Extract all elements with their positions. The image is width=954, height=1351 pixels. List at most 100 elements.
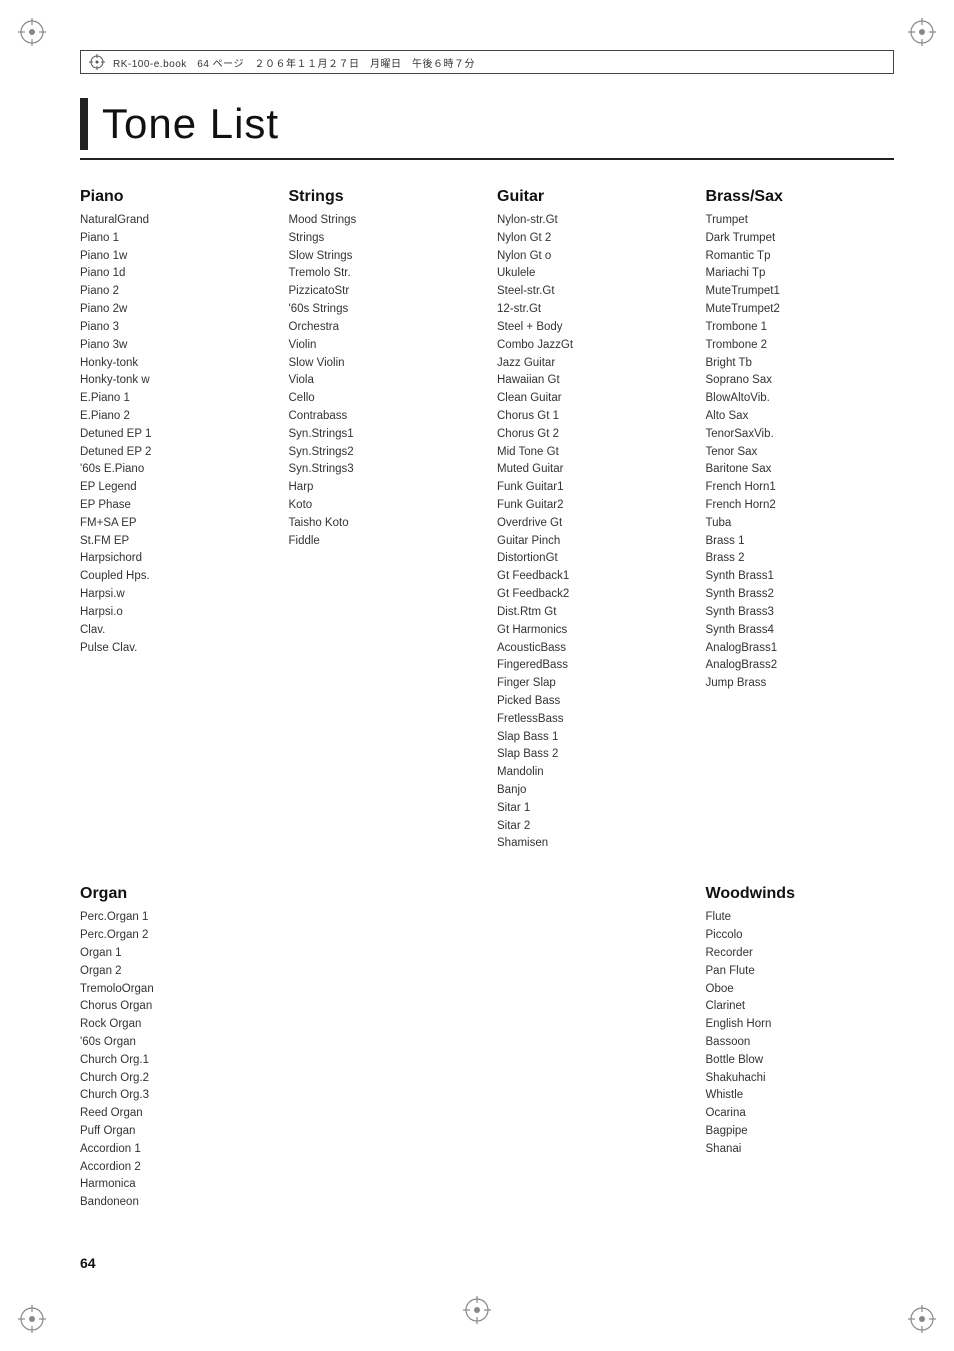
list-item: Harpsichord: [80, 550, 269, 568]
bottom-center-mark: [463, 1296, 491, 1329]
list-item: Whistle: [706, 1087, 895, 1105]
list-item: Piano 1: [80, 230, 269, 248]
list-item: Harmonica: [80, 1176, 269, 1194]
list-item: Reed Organ: [80, 1105, 269, 1123]
list-item: TremoloOrgan: [80, 981, 269, 999]
list-item: Romantic Tp: [706, 248, 895, 266]
list-item: Piccolo: [706, 927, 895, 945]
list-item: Slow Strings: [289, 248, 478, 266]
list-item: Recorder: [706, 945, 895, 963]
list-item: AnalogBrass2: [706, 657, 895, 675]
list-item: Clarinet: [706, 998, 895, 1016]
list-item: Jump Brass: [706, 675, 895, 693]
brass-sax-list: TrumpetDark TrumpetRomantic TpMariachi T…: [706, 212, 895, 693]
list-item: Ocarina: [706, 1105, 895, 1123]
list-item: Steel-str.Gt: [497, 283, 686, 301]
list-item: Trumpet: [706, 212, 895, 230]
list-item: Mood Strings: [289, 212, 478, 230]
bottom-content-grid: Organ Perc.Organ 1Perc.Organ 2Organ 1Org…: [80, 885, 894, 1240]
section-woodwinds: Woodwinds FlutePiccoloRecorderPan FluteO…: [706, 885, 895, 1212]
corner-mark-bl: [18, 1305, 46, 1333]
list-item: Alto Sax: [706, 408, 895, 426]
list-item: Piano 3: [80, 319, 269, 337]
list-item: Cello: [289, 390, 478, 408]
list-item: Piano 2w: [80, 301, 269, 319]
list-item: Trombone 2: [706, 337, 895, 355]
section-title-organ: Organ: [80, 885, 269, 903]
empty-col-2: [289, 885, 478, 1240]
list-item: Bassoon: [706, 1034, 895, 1052]
section-piano: Piano NaturalGrandPiano 1Piano 1wPiano 1…: [80, 188, 269, 853]
section-title-brass-sax: Brass/Sax: [706, 188, 895, 206]
corner-mark-tr: [908, 18, 936, 46]
header-crosshair-icon: [89, 54, 105, 70]
list-item: Slap Bass 2: [497, 746, 686, 764]
list-item: Sitar 2: [497, 818, 686, 836]
header-metadata: RK-100-e.book 64 ページ ２０６年１１月２７日 月曜日 午後６時…: [113, 55, 475, 70]
list-item: Flute: [706, 909, 895, 927]
list-item: Trombone 1: [706, 319, 895, 337]
guitar-list: Nylon-str.GtNylon Gt 2Nylon Gt oUkuleleS…: [497, 212, 686, 853]
list-item: Harpsi.w: [80, 586, 269, 604]
list-item: Violin: [289, 337, 478, 355]
list-item: Gt Feedback2: [497, 586, 686, 604]
section-strings: Strings Mood StringsStringsSlow StringsT…: [289, 188, 478, 853]
list-item: Coupled Hps.: [80, 568, 269, 586]
list-item: Tremolo Str.: [289, 265, 478, 283]
list-item: Clav.: [80, 622, 269, 640]
list-item: Banjo: [497, 782, 686, 800]
list-item: Accordion 2: [80, 1159, 269, 1177]
list-item: Dark Trumpet: [706, 230, 895, 248]
list-item: Honky-tonk: [80, 355, 269, 373]
organ-list: Perc.Organ 1Perc.Organ 2Organ 1Organ 2Tr…: [80, 909, 269, 1212]
list-item: Ukulele: [497, 265, 686, 283]
list-item: Fiddle: [289, 533, 478, 551]
list-item: DistortionGt: [497, 550, 686, 568]
list-item: Oboe: [706, 981, 895, 999]
list-item: Nylon-str.Gt: [497, 212, 686, 230]
list-item: Contrabass: [289, 408, 478, 426]
list-item: Syn.Strings1: [289, 426, 478, 444]
corner-mark-br: [908, 1305, 936, 1333]
page: RK-100-e.book 64 ページ ２０６年１１月２７日 月曜日 午後６時…: [0, 0, 954, 1351]
list-item: Piano 1w: [80, 248, 269, 266]
list-item: Nylon Gt 2: [497, 230, 686, 248]
list-item: Picked Bass: [497, 693, 686, 711]
list-item: Dist.Rtm Gt: [497, 604, 686, 622]
list-item: Orchestra: [289, 319, 478, 337]
list-item: Detuned EP 1: [80, 426, 269, 444]
list-item: Bottle Blow: [706, 1052, 895, 1070]
list-item: Mariachi Tp: [706, 265, 895, 283]
list-item: NaturalGrand: [80, 212, 269, 230]
list-item: Synth Brass4: [706, 622, 895, 640]
list-item: FingeredBass: [497, 657, 686, 675]
list-item: Baritone Sax: [706, 461, 895, 479]
list-item: Bagpipe: [706, 1123, 895, 1141]
list-item: Pulse Clav.: [80, 640, 269, 658]
list-item: Piano 2: [80, 283, 269, 301]
list-item: Hawaiian Gt: [497, 372, 686, 390]
list-item: 12-str.Gt: [497, 301, 686, 319]
section-brass-sax: Brass/Sax TrumpetDark TrumpetRomantic Tp…: [706, 188, 895, 853]
list-item: Syn.Strings2: [289, 444, 478, 462]
section-guitar: Guitar Nylon-str.GtNylon Gt 2Nylon Gt oU…: [497, 188, 686, 853]
list-item: TenorSaxVib.: [706, 426, 895, 444]
list-item: Gt Feedback1: [497, 568, 686, 586]
list-item: FM+SA EP: [80, 515, 269, 533]
list-item: Church Org.3: [80, 1087, 269, 1105]
section-title-strings: Strings: [289, 188, 478, 206]
page-number: 64: [80, 1255, 96, 1271]
list-item: '60s E.Piano: [80, 461, 269, 479]
list-item: Tenor Sax: [706, 444, 895, 462]
page-title: Tone List: [102, 100, 279, 148]
section-organ: Organ Perc.Organ 1Perc.Organ 2Organ 1Org…: [80, 885, 269, 1212]
list-item: AnalogBrass1: [706, 640, 895, 658]
list-item: EP Phase: [80, 497, 269, 515]
list-item: Chorus Gt 2: [497, 426, 686, 444]
list-item: St.FM EP: [80, 533, 269, 551]
header-bar: RK-100-e.book 64 ページ ２０６年１１月２７日 月曜日 午後６時…: [80, 50, 894, 74]
list-item: Organ 1: [80, 945, 269, 963]
list-item: Bright Tb: [706, 355, 895, 373]
list-item: Funk Guitar2: [497, 497, 686, 515]
empty-col-3: [497, 885, 686, 1240]
